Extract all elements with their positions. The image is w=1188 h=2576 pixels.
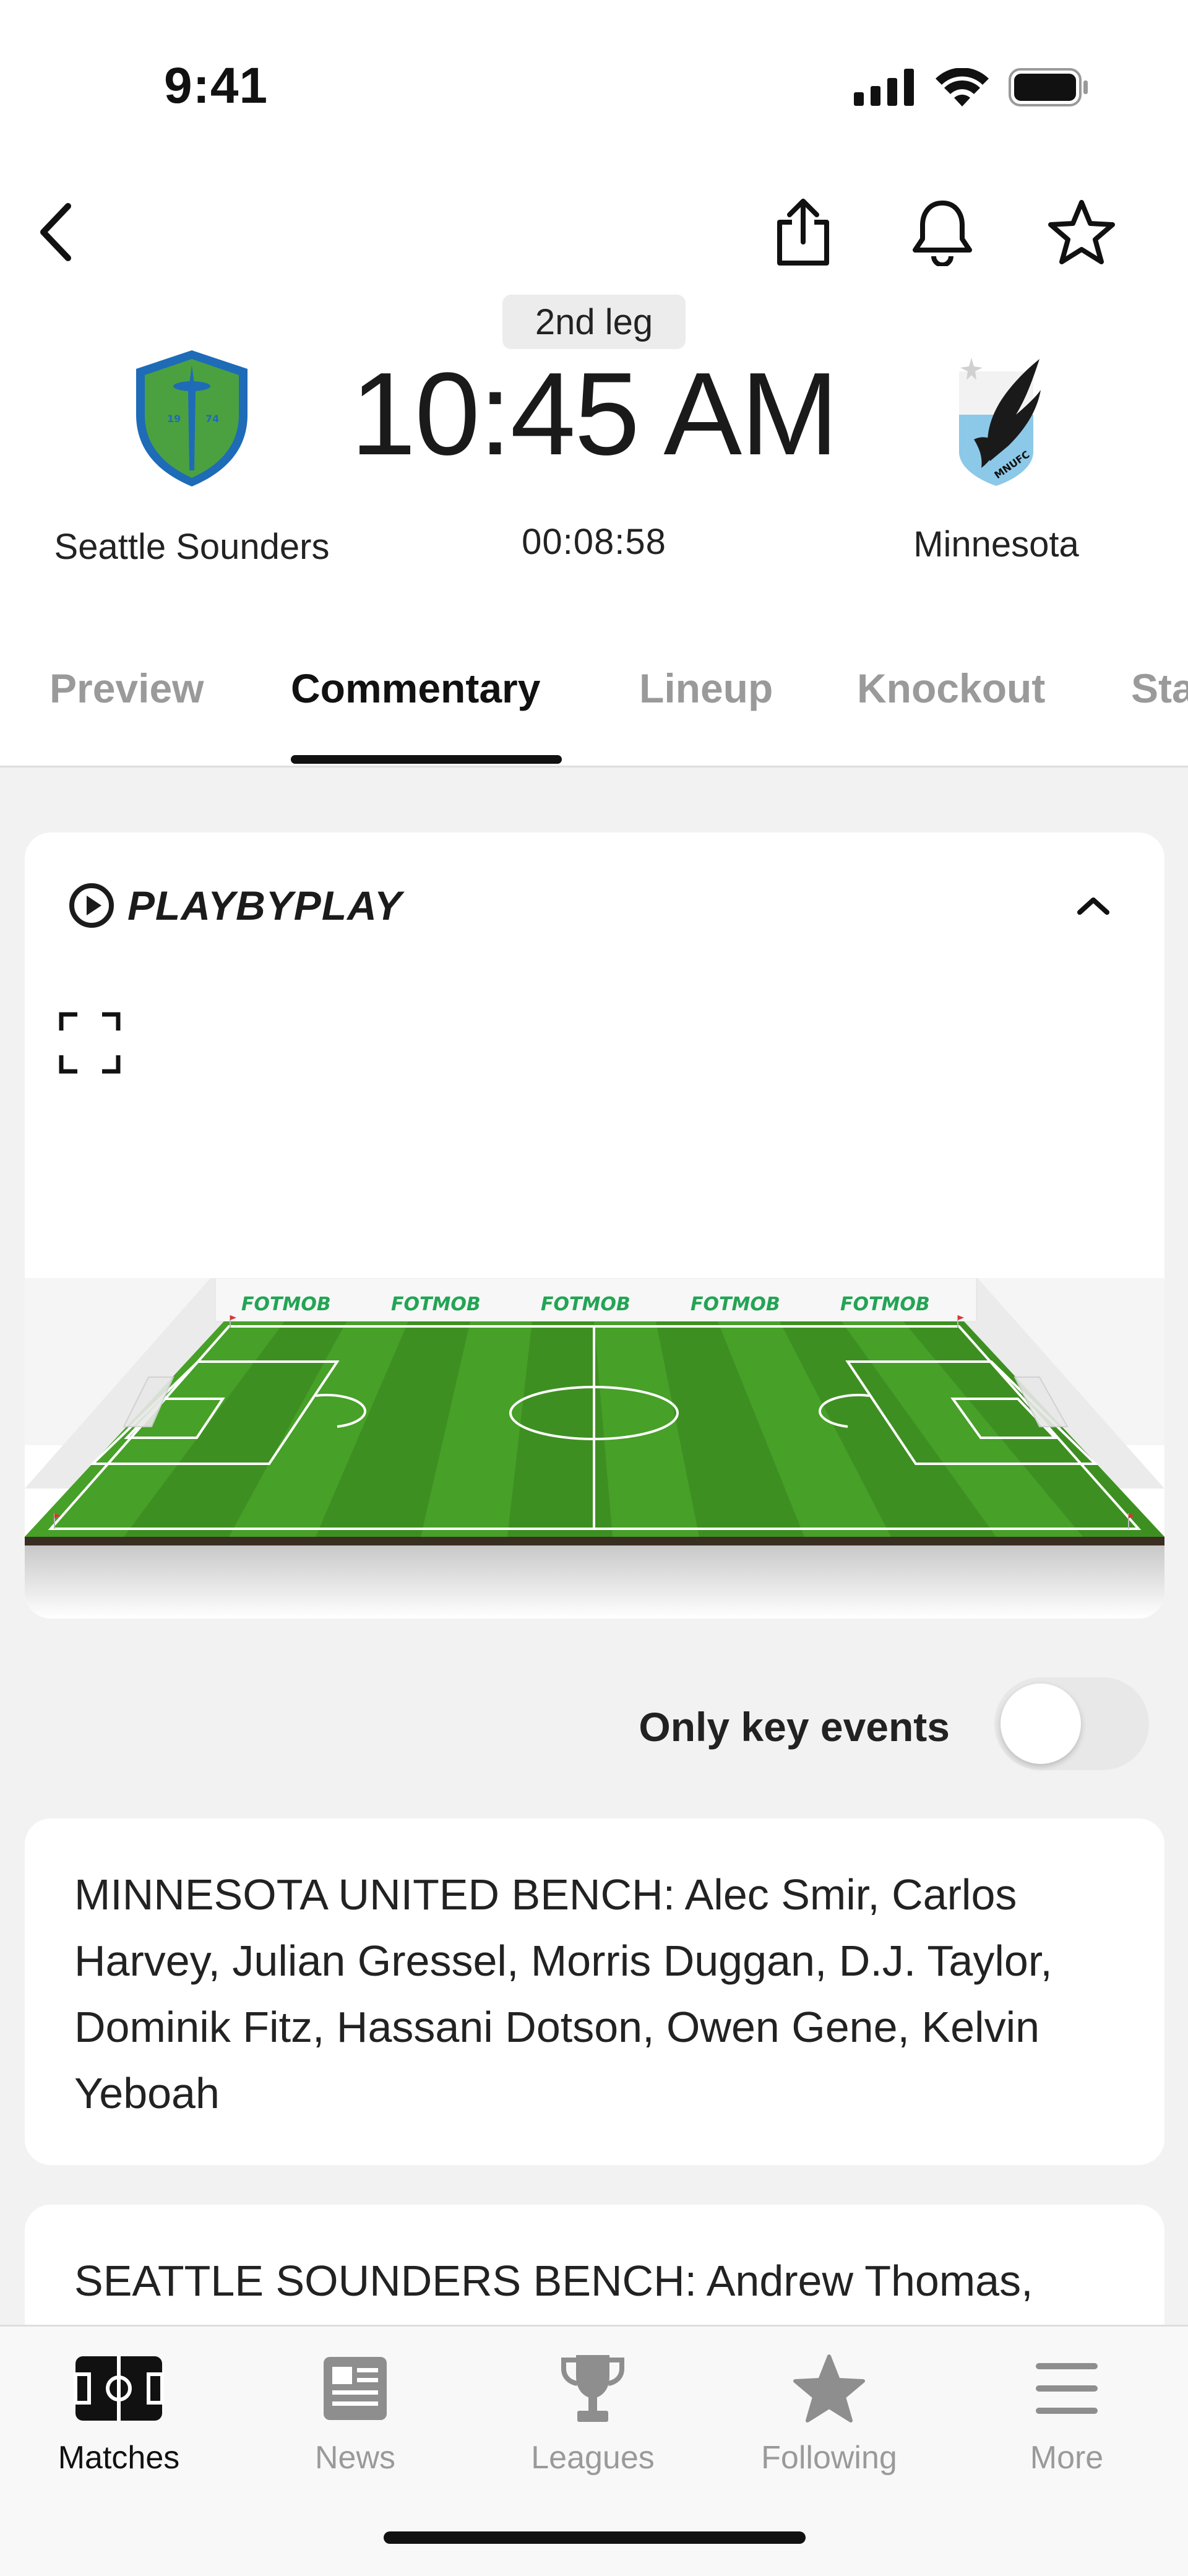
away-team[interactable]: MNUFC Minnesota: [823, 347, 1169, 565]
signal-icon: [854, 69, 914, 106]
match-tabs: Preview Commentary Lineup Knockout Sta: [0, 625, 1188, 767]
pitch-icon: [60, 2351, 178, 2426]
nav-news-label: News: [314, 2440, 396, 2476]
nav-following[interactable]: Following: [736, 2327, 922, 2481]
pitch-3d: FOTMOB FOTMOB FOTMOB FOTMOB FOTMOB: [25, 1277, 1164, 1619]
toggle-knob: [1001, 1683, 1081, 1764]
active-tab-indicator: [291, 755, 562, 764]
away-team-name: Minnesota: [913, 524, 1079, 564]
key-events-toggle[interactable]: [994, 1677, 1149, 1770]
ad-board-4: FOTMOB: [691, 1294, 780, 1315]
nav-following-label: Following: [761, 2440, 897, 2476]
tab-preview[interactable]: Preview: [50, 665, 204, 712]
menu-icon: [1008, 2351, 1126, 2426]
ad-board-5: FOTMOB: [840, 1294, 930, 1315]
status-icons: [854, 68, 1089, 106]
playbyplay-header: PLAYBYPLAY: [68, 882, 402, 929]
tab-stats[interactable]: Sta: [1131, 665, 1188, 712]
tab-commentary[interactable]: Commentary: [291, 665, 540, 712]
nav-leagues[interactable]: Leagues: [500, 2327, 686, 2481]
battery-icon: [1009, 68, 1088, 106]
ad-board-2: FOTMOB: [391, 1294, 481, 1315]
trophy-icon: [534, 2351, 652, 2426]
home-indicator[interactable]: [384, 2531, 806, 2544]
star-icon: [770, 2351, 888, 2426]
nav-matches[interactable]: Matches: [26, 2327, 212, 2481]
commentary-text: MINNESOTA UNITED BENCH: Alec Smir, Carlo…: [74, 1870, 1052, 2117]
collapse-button[interactable]: [1072, 887, 1115, 924]
nav-more-label: More: [1030, 2440, 1104, 2476]
home-team[interactable]: 19 74 Seattle Sounders: [19, 347, 365, 568]
pitch-illustration: FOTMOB FOTMOB FOTMOB FOTMOB FOTMOB: [25, 1277, 1164, 1619]
nav-more[interactable]: More: [974, 2327, 1160, 2481]
key-events-filter: Only key events: [0, 1677, 1188, 1770]
status-bar: 9:41: [0, 0, 1188, 161]
seattle-sounders-crest: 19 74: [136, 350, 248, 486]
playbyplay-card: PLAYBYPLAY FOTMOB FOTMOB FOTMOB FOTMOB F…: [25, 832, 1164, 1619]
star-outline-icon: [1048, 200, 1115, 264]
share-button[interactable]: [763, 192, 843, 272]
back-button[interactable]: [19, 192, 93, 272]
favorite-button[interactable]: [1041, 192, 1122, 272]
leg-badge: 2nd leg: [502, 295, 686, 349]
key-events-label: Only key events: [639, 1704, 950, 1750]
chevron-up-icon: [1077, 897, 1109, 915]
chevron-left-icon: [40, 203, 71, 261]
notifications-button[interactable]: [902, 192, 983, 272]
expand-icon: [59, 1012, 121, 1074]
wifi-icon: [936, 68, 989, 106]
status-time: 9:41: [164, 58, 269, 114]
nav-matches-label: Matches: [58, 2440, 180, 2476]
play-circle-icon: [69, 883, 114, 928]
match-header: 9:41 2nd leg 10:45 AM 00:08:58 19 74 Sea…: [0, 0, 1188, 767]
playbyplay-title: PLAYBYPLAY: [127, 883, 402, 928]
fullscreen-button[interactable]: [56, 1009, 124, 1077]
bell-icon: [913, 201, 972, 266]
ad-board-1: FOTMOB: [241, 1294, 331, 1315]
nav-news[interactable]: News: [262, 2327, 448, 2481]
tab-lineup[interactable]: Lineup: [639, 665, 773, 712]
share-icon: [777, 199, 829, 266]
news-icon: [296, 2351, 414, 2426]
svg-text:19: 19: [167, 413, 181, 425]
minnesota-united-crest: MNUFC: [959, 358, 1041, 486]
commentary-item: MINNESOTA UNITED BENCH: Alec Smir, Carlo…: [25, 1818, 1164, 2165]
ad-board-3: FOTMOB: [541, 1294, 631, 1315]
home-team-name: Seattle Sounders: [54, 527, 330, 567]
nav-leagues-label: Leagues: [531, 2440, 655, 2476]
tab-knockout[interactable]: Knockout: [857, 665, 1045, 712]
svg-text:74: 74: [205, 413, 219, 425]
commentary-text: SEATTLE SOUNDERS BENCH: Andrew Thomas,: [74, 2257, 1033, 2305]
nav-row: [0, 186, 1188, 279]
